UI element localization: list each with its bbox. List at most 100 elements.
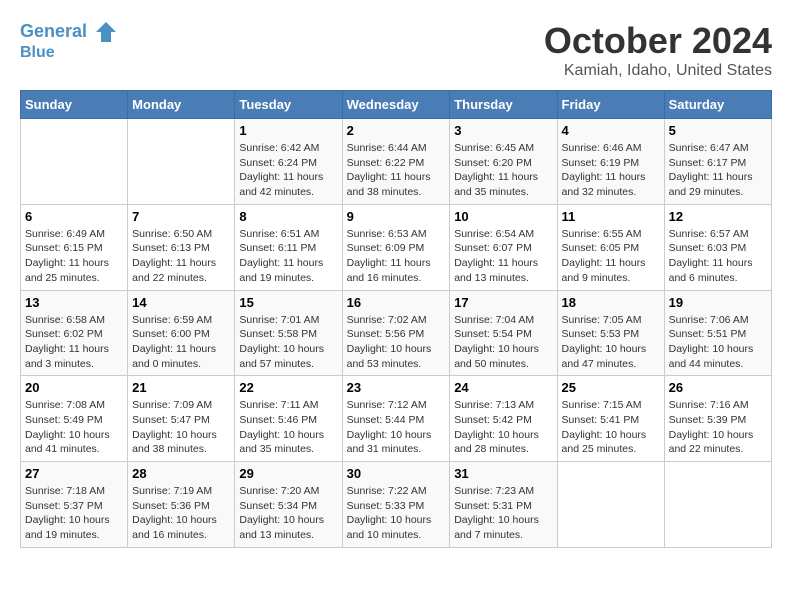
calendar-cell: 24 Sunrise: 7:13 AM Sunset: 5:42 PM Dayli… (450, 376, 557, 462)
day-info: Sunrise: 7:16 AM Sunset: 5:39 PM Dayligh… (669, 398, 767, 457)
day-number: 22 (239, 380, 337, 395)
day-info: Sunrise: 6:50 AM Sunset: 6:13 PM Dayligh… (132, 227, 230, 286)
day-info: Sunrise: 6:57 AM Sunset: 6:03 PM Dayligh… (669, 227, 767, 286)
weekday-header: Saturday (664, 91, 771, 119)
calendar-week-row: 27 Sunrise: 7:18 AM Sunset: 5:37 PM Dayli… (21, 462, 772, 548)
month-title: October 2024 (544, 20, 772, 62)
day-info: Sunrise: 7:23 AM Sunset: 5:31 PM Dayligh… (454, 484, 552, 543)
day-number: 20 (25, 380, 123, 395)
day-info: Sunrise: 7:01 AM Sunset: 5:58 PM Dayligh… (239, 313, 337, 372)
calendar-cell: 21 Sunrise: 7:09 AM Sunset: 5:47 PM Dayli… (128, 376, 235, 462)
header-row: SundayMondayTuesdayWednesdayThursdayFrid… (21, 91, 772, 119)
day-info: Sunrise: 6:44 AM Sunset: 6:22 PM Dayligh… (347, 141, 446, 200)
calendar-cell: 9Sunrise: 6:53 AM Sunset: 6:09 PM Daylig… (342, 204, 450, 290)
day-number: 12 (669, 209, 767, 224)
day-number: 26 (669, 380, 767, 395)
calendar-cell: 5Sunrise: 6:47 AM Sunset: 6:17 PM Daylig… (664, 119, 771, 205)
calendar-cell: 22 Sunrise: 7:11 AM Sunset: 5:46 PM Dayli… (235, 376, 342, 462)
calendar-cell (21, 119, 128, 205)
calendar-cell: 8 Sunrise: 6:51 AM Sunset: 6:11 PM Daylig… (235, 204, 342, 290)
calendar-cell: 13Sunrise: 6:58 AM Sunset: 6:02 PM Dayli… (21, 290, 128, 376)
day-number: 24 (454, 380, 552, 395)
calendar-cell: 14 Sunrise: 6:59 AM Sunset: 6:00 PM Dayli… (128, 290, 235, 376)
calendar-cell: 31 Sunrise: 7:23 AM Sunset: 5:31 PM Dayli… (450, 462, 557, 548)
page-header: General Blue October 2024 Kamiah, Idaho,… (20, 20, 772, 80)
day-info: Sunrise: 6:46 AM Sunset: 6:19 PM Dayligh… (562, 141, 660, 200)
calendar-week-row: 6Sunrise: 6:49 AM Sunset: 6:15 PM Daylig… (21, 204, 772, 290)
calendar-cell: 10 Sunrise: 6:54 AM Sunset: 6:07 PM Dayli… (450, 204, 557, 290)
day-number: 10 (454, 209, 552, 224)
calendar-cell (664, 462, 771, 548)
calendar-cell: 7 Sunrise: 6:50 AM Sunset: 6:13 PM Daylig… (128, 204, 235, 290)
calendar-cell: 12 Sunrise: 6:57 AM Sunset: 6:03 PM Dayli… (664, 204, 771, 290)
day-info: Sunrise: 7:02 AM Sunset: 5:56 PM Dayligh… (347, 313, 446, 372)
calendar-cell: 30 Sunrise: 7:22 AM Sunset: 5:33 PM Dayli… (342, 462, 450, 548)
day-number: 1 (239, 123, 337, 138)
calendar-cell: 2Sunrise: 6:44 AM Sunset: 6:22 PM Daylig… (342, 119, 450, 205)
day-number: 21 (132, 380, 230, 395)
calendar-week-row: 1 Sunrise: 6:42 AM Sunset: 6:24 PM Daylig… (21, 119, 772, 205)
day-info: Sunrise: 6:53 AM Sunset: 6:09 PM Dayligh… (347, 227, 446, 286)
calendar-cell: 26 Sunrise: 7:16 AM Sunset: 5:39 PM Dayli… (664, 376, 771, 462)
calendar-cell: 27 Sunrise: 7:18 AM Sunset: 5:37 PM Dayli… (21, 462, 128, 548)
day-number: 16 (347, 295, 446, 310)
day-info: Sunrise: 7:09 AM Sunset: 5:47 PM Dayligh… (132, 398, 230, 457)
day-info: Sunrise: 7:20 AM Sunset: 5:34 PM Dayligh… (239, 484, 337, 543)
calendar-cell: 29 Sunrise: 7:20 AM Sunset: 5:34 PM Dayli… (235, 462, 342, 548)
calendar-cell: 19Sunrise: 7:06 AM Sunset: 5:51 PM Dayli… (664, 290, 771, 376)
day-info: Sunrise: 7:13 AM Sunset: 5:42 PM Dayligh… (454, 398, 552, 457)
day-number: 6 (25, 209, 123, 224)
calendar-cell: 1 Sunrise: 6:42 AM Sunset: 6:24 PM Daylig… (235, 119, 342, 205)
day-number: 31 (454, 466, 552, 481)
calendar-cell: 23Sunrise: 7:12 AM Sunset: 5:44 PM Dayli… (342, 376, 450, 462)
calendar-cell (557, 462, 664, 548)
weekday-header: Wednesday (342, 91, 450, 119)
calendar-cell: 3 Sunrise: 6:45 AM Sunset: 6:20 PM Daylig… (450, 119, 557, 205)
calendar-cell: 6Sunrise: 6:49 AM Sunset: 6:15 PM Daylig… (21, 204, 128, 290)
day-info: Sunrise: 6:58 AM Sunset: 6:02 PM Dayligh… (25, 313, 123, 372)
day-number: 19 (669, 295, 767, 310)
day-info: Sunrise: 7:18 AM Sunset: 5:37 PM Dayligh… (25, 484, 123, 543)
day-number: 27 (25, 466, 123, 481)
day-info: Sunrise: 6:42 AM Sunset: 6:24 PM Dayligh… (239, 141, 337, 200)
calendar-cell: 18 Sunrise: 7:05 AM Sunset: 5:53 PM Dayli… (557, 290, 664, 376)
location: Kamiah, Idaho, United States (544, 62, 772, 80)
day-info: Sunrise: 7:12 AM Sunset: 5:44 PM Dayligh… (347, 398, 446, 457)
weekday-header: Sunday (21, 91, 128, 119)
day-info: Sunrise: 6:51 AM Sunset: 6:11 PM Dayligh… (239, 227, 337, 286)
calendar-cell: 17 Sunrise: 7:04 AM Sunset: 5:54 PM Dayli… (450, 290, 557, 376)
weekday-header: Friday (557, 91, 664, 119)
weekday-header: Monday (128, 91, 235, 119)
day-info: Sunrise: 7:11 AM Sunset: 5:46 PM Dayligh… (239, 398, 337, 457)
day-number: 29 (239, 466, 337, 481)
logo: General Blue (20, 20, 118, 62)
calendar-week-row: 13Sunrise: 6:58 AM Sunset: 6:02 PM Dayli… (21, 290, 772, 376)
day-info: Sunrise: 7:19 AM Sunset: 5:36 PM Dayligh… (132, 484, 230, 543)
day-number: 28 (132, 466, 230, 481)
day-info: Sunrise: 6:45 AM Sunset: 6:20 PM Dayligh… (454, 141, 552, 200)
weekday-header: Thursday (450, 91, 557, 119)
calendar-table: SundayMondayTuesdayWednesdayThursdayFrid… (20, 90, 772, 548)
title-block: October 2024 Kamiah, Idaho, United State… (544, 20, 772, 80)
day-info: Sunrise: 7:04 AM Sunset: 5:54 PM Dayligh… (454, 313, 552, 372)
day-number: 11 (562, 209, 660, 224)
day-number: 7 (132, 209, 230, 224)
calendar-cell: 20 Sunrise: 7:08 AM Sunset: 5:49 PM Dayli… (21, 376, 128, 462)
day-number: 25 (562, 380, 660, 395)
day-info: Sunrise: 7:08 AM Sunset: 5:49 PM Dayligh… (25, 398, 123, 457)
day-info: Sunrise: 7:05 AM Sunset: 5:53 PM Dayligh… (562, 313, 660, 372)
day-number: 3 (454, 123, 552, 138)
day-number: 17 (454, 295, 552, 310)
day-number: 8 (239, 209, 337, 224)
day-number: 30 (347, 466, 446, 481)
calendar-cell: 16 Sunrise: 7:02 AM Sunset: 5:56 PM Dayli… (342, 290, 450, 376)
day-info: Sunrise: 6:54 AM Sunset: 6:07 PM Dayligh… (454, 227, 552, 286)
day-number: 4 (562, 123, 660, 138)
day-number: 14 (132, 295, 230, 310)
day-info: Sunrise: 6:59 AM Sunset: 6:00 PM Dayligh… (132, 313, 230, 372)
day-number: 18 (562, 295, 660, 310)
day-info: Sunrise: 6:47 AM Sunset: 6:17 PM Dayligh… (669, 141, 767, 200)
day-info: Sunrise: 7:22 AM Sunset: 5:33 PM Dayligh… (347, 484, 446, 543)
calendar-cell: 28 Sunrise: 7:19 AM Sunset: 5:36 PM Dayli… (128, 462, 235, 548)
calendar-cell (128, 119, 235, 205)
